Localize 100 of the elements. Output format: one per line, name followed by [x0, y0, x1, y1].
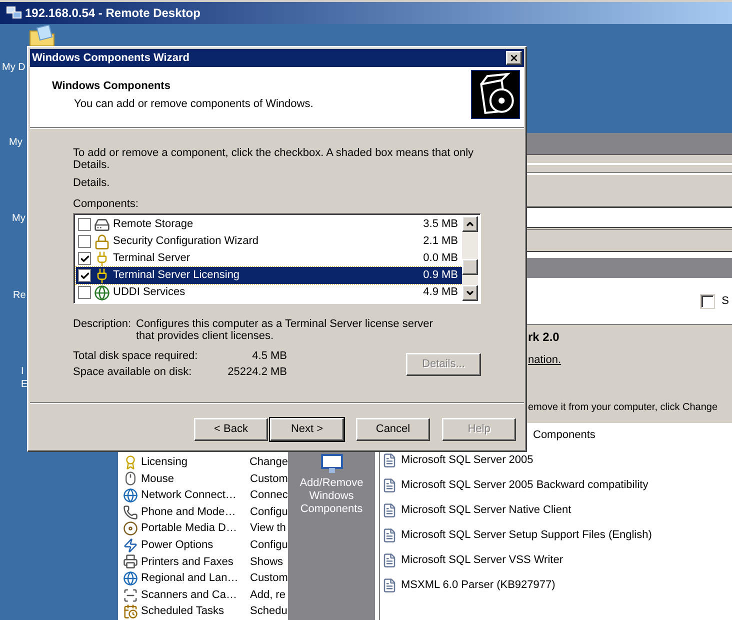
support-link[interactable]: nation. — [528, 352, 732, 368]
control-panel-item[interactable]: Power Options — [141, 537, 247, 554]
desktop-icon-label[interactable]: My — [12, 213, 26, 225]
item-description: Custom — [250, 571, 288, 586]
item-description: Custom — [250, 472, 288, 487]
description-text: Configures this computer as a Terminal Server license server that provides client licenses. — [136, 318, 434, 342]
disk-space-label: Space available on disk: — [73, 365, 192, 380]
disk-space-label: Total disk space required: — [73, 349, 198, 364]
component-size: 2.1 MB — [423, 234, 458, 250]
program-name[interactable]: Components — [533, 427, 596, 444]
program-name[interactable]: Microsoft SQL Server 2005 Backward compatibility — [401, 477, 648, 494]
component-row[interactable]: UDDI Services 4.9 MB — [76, 284, 462, 301]
lightning-icon — [123, 538, 138, 553]
program-title: rk 2.0 — [528, 329, 560, 346]
wizard-button[interactable]: Next > — [270, 418, 344, 441]
calendar-icon — [123, 604, 138, 620]
document-icon — [382, 478, 397, 493]
page-subheading: You can add or remove components of Windows. — [73, 96, 314, 112]
checkbox[interactable] — [78, 286, 91, 299]
program-name[interactable]: Microsoft SQL Server Setup Support Files (English) — [401, 527, 652, 544]
details-text: Details. — [73, 159, 111, 171]
component-name: Remote Storage — [113, 217, 194, 232]
item-description: Add, re — [250, 588, 286, 603]
globe-icon — [94, 284, 110, 300]
side-task-link[interactable]: Add/Remove Windows Components — [292, 477, 372, 516]
desktop-icon-label[interactable]: My — [9, 137, 22, 149]
mouse-icon — [123, 471, 138, 486]
component-name: Security Configuration Wizard — [113, 234, 260, 250]
checkbox[interactable] — [78, 218, 91, 231]
details-text: Details. — [73, 177, 111, 189]
control-panel-item[interactable]: Network Connect… — [141, 487, 247, 504]
document-icon — [382, 578, 397, 593]
document-icon — [382, 453, 397, 468]
desktop-icon-label[interactable]: E — [21, 379, 28, 391]
page-heading: Windows Components — [52, 79, 172, 94]
dialog-title: Windows Components Wizard — [32, 50, 190, 66]
item-description: Configu — [250, 538, 288, 554]
component-size: 0.9 MB — [423, 268, 458, 284]
component-row[interactable]: Remote Storage 3.5 MB — [76, 216, 462, 233]
program-hint: emove it from your computer, click Change — [528, 400, 719, 414]
globe-icon — [123, 488, 138, 503]
globe-icon — [123, 570, 138, 586]
lock-icon — [94, 234, 110, 250]
description-label: Description: — [73, 318, 132, 332]
window-title: 192.168.0.54 - Remote Desktop — [25, 5, 200, 22]
control-panel-item[interactable]: Scheduled Tasks — [141, 603, 247, 620]
document-icon — [382, 528, 397, 543]
close-button[interactable] — [506, 51, 522, 65]
storage-icon — [94, 216, 110, 232]
component-row[interactable]: Security Configuration Wizard 2.1 MB — [76, 233, 462, 250]
checkbox[interactable] — [700, 294, 714, 308]
item-description: Connec — [250, 488, 288, 504]
component-name: Terminal Server Licensing — [113, 268, 241, 284]
control-panel-item[interactable]: Portable Media D… — [141, 520, 247, 537]
disk-space-value: 4.5 MB — [252, 349, 287, 364]
disk-space-value: 25224.2 MB — [228, 365, 287, 380]
control-panel-item[interactable]: Scanners and Ca… — [141, 586, 247, 604]
item-description: Configu — [250, 504, 288, 520]
instructions-text: To add or remove a component, click the checkbox. A shaded box means that only — [73, 148, 475, 159]
component-size: 4.9 MB — [423, 285, 458, 300]
component-name: UDDI Services — [113, 285, 186, 300]
control-panel-item[interactable]: Regional and Lan… — [141, 570, 247, 587]
checkbox-label: S — [722, 294, 729, 309]
checkbox[interactable] — [78, 235, 91, 248]
award-icon — [123, 454, 138, 470]
desktop-icon-label[interactable]: I — [21, 366, 24, 378]
control-panel-item[interactable]: Printers and Faxes — [141, 554, 247, 570]
wizard-button[interactable]: < Back — [194, 418, 268, 441]
item-description: Shows — [250, 554, 284, 570]
close-icon — [509, 53, 519, 63]
item-description: Schedu — [250, 604, 288, 620]
control-panel-item[interactable]: Mouse — [141, 470, 247, 488]
components-label: Components: — [73, 198, 140, 210]
desktop-icon-label[interactable]: Re — [13, 290, 26, 302]
control-panel-item[interactable]: Phone and Mode… — [141, 504, 247, 520]
checkbox[interactable] — [78, 252, 91, 265]
scroll-thumb[interactable] — [462, 259, 478, 275]
program-name[interactable]: Microsoft SQL Server Native Client — [401, 502, 572, 519]
component-row[interactable]: Terminal Server 0.0 MB — [76, 250, 462, 267]
folder-icon[interactable] — [29, 25, 55, 47]
component-row[interactable]: Terminal Server Licensing 0.9 MB — [76, 267, 462, 284]
component-name: Terminal Server — [113, 251, 192, 266]
program-name[interactable]: Microsoft SQL Server 2005 — [401, 452, 534, 469]
disc-icon — [123, 521, 138, 536]
program-name[interactable]: Microsoft SQL Server VSS Writer — [401, 552, 563, 569]
component-size: 3.5 MB — [423, 217, 458, 232]
document-icon — [382, 553, 397, 568]
printer-icon — [123, 554, 138, 570]
phone-icon — [123, 504, 138, 520]
wizard-button[interactable]: Cancel — [356, 418, 430, 441]
document-icon — [382, 503, 397, 518]
scanner-icon — [123, 588, 138, 603]
item-description: Change — [249, 455, 288, 470]
desktop-icon-label[interactable]: My D — [2, 62, 26, 74]
computers-icon — [6, 5, 22, 21]
checkbox[interactable] — [78, 269, 91, 282]
program-name[interactable]: MSXML 6.0 Parser (KB927977) — [401, 577, 556, 594]
control-panel-item[interactable]: Licensing — [141, 454, 246, 471]
scrollbar[interactable] — [462, 216, 478, 301]
item-description: View th — [250, 521, 286, 536]
